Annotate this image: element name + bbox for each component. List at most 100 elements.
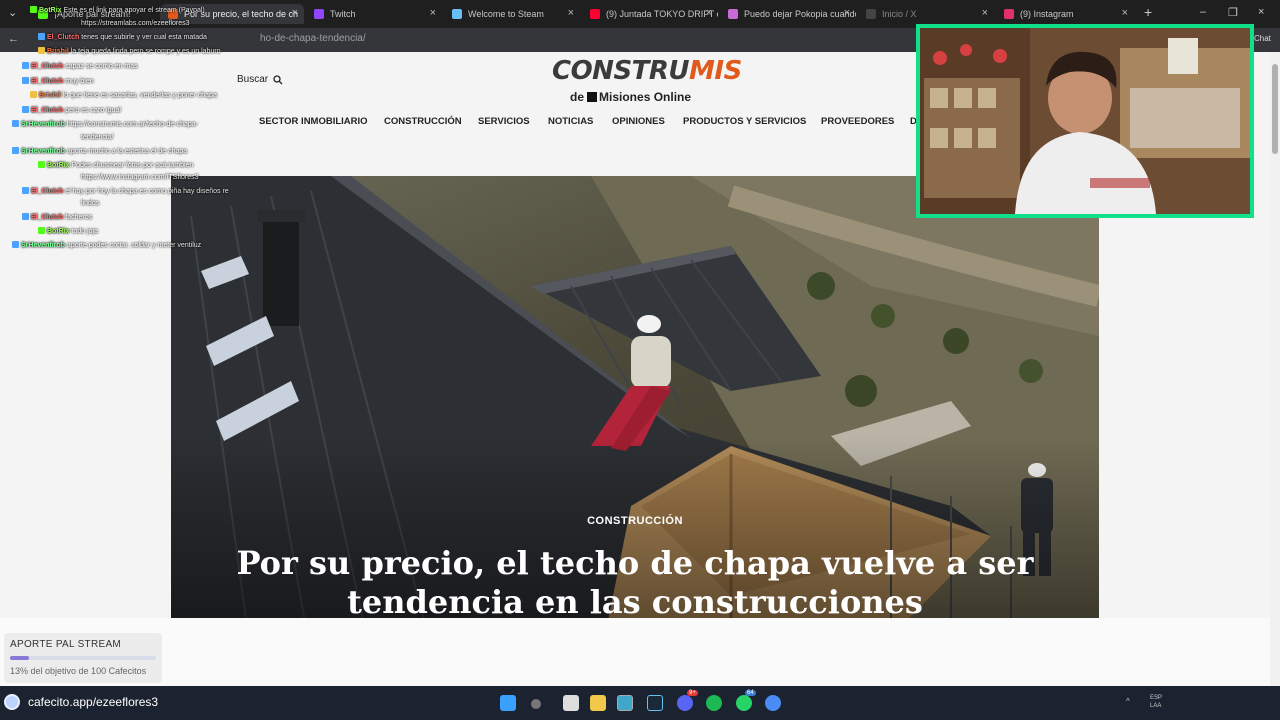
nav-productos-y-servicios[interactable]: PRODUCTOS Y SERVICIOS bbox=[683, 116, 806, 127]
donation-progress-fill bbox=[10, 656, 29, 660]
minimize-window-icon[interactable]: – bbox=[1200, 6, 1206, 18]
chat-username: El_Clutch bbox=[47, 34, 80, 41]
language-indicator[interactable]: ESP LAA bbox=[1150, 694, 1162, 710]
chat-text: todo joja bbox=[71, 228, 98, 235]
chat-message: Brishil la teja queda linda pero se romp… bbox=[38, 45, 221, 58]
spotify-icon[interactable] bbox=[706, 695, 722, 711]
logo-subtitle: de Misiones Online bbox=[570, 90, 691, 104]
logo-sub-prefix: de bbox=[570, 90, 585, 104]
keyboard-region: LAA bbox=[1150, 703, 1162, 709]
chat-message: El_Clutch capaz se corrio en mas bbox=[22, 60, 138, 73]
streamer-webcam bbox=[916, 24, 1254, 218]
chat-message: lindos bbox=[81, 197, 99, 210]
chat-username: Brishil bbox=[39, 92, 61, 99]
chat-text: el hoy por hoy la chapa es como piña hay… bbox=[65, 188, 229, 195]
instagram-favicon-icon bbox=[1004, 9, 1014, 19]
tab-pokopia[interactable]: Puedo dejar Pokopia cuando × bbox=[720, 4, 856, 24]
tab-label: Welcome to Steam bbox=[468, 9, 544, 19]
chat-text: muy bien bbox=[65, 78, 94, 85]
nav-servicios[interactable]: SERVICIOS bbox=[478, 116, 530, 127]
chat-text: Podes chusmear fotos por acá tambien bbox=[71, 162, 194, 169]
chat-username: El_Clutch bbox=[31, 214, 64, 221]
subscriber-badge-icon bbox=[22, 213, 29, 220]
chat-text: https://www.instagram.com/ITSflores3 bbox=[81, 174, 199, 181]
tab-youtube[interactable]: (9) Juntada TOKYO DRIFT en × bbox=[582, 4, 718, 24]
donation-goal-widget: APORTE PAL STREAM 13% del objetivo de 10… bbox=[4, 633, 162, 683]
site-logo[interactable]: CONSTRUMIS de Misiones Online bbox=[552, 56, 742, 108]
tab-x[interactable]: Inicio / X × bbox=[858, 4, 994, 24]
file-explorer-icon[interactable] bbox=[590, 695, 606, 711]
tray-chevron-icon[interactable]: ^ bbox=[1126, 697, 1130, 706]
steam-icon[interactable] bbox=[647, 695, 663, 711]
chat-message: https://streamlabs.com/ezeeflores3 bbox=[81, 17, 190, 30]
close-tab-icon[interactable]: × bbox=[1122, 7, 1128, 19]
chat-text: lindos bbox=[81, 200, 100, 207]
language-code: ESP bbox=[1150, 695, 1163, 701]
tab-instagram[interactable]: (9) Instagram × bbox=[996, 4, 1134, 24]
close-tab-icon[interactable]: × bbox=[430, 7, 436, 19]
subscriber-badge-icon bbox=[22, 77, 29, 84]
task-view-icon[interactable] bbox=[563, 695, 579, 711]
close-tab-icon[interactable]: × bbox=[982, 7, 988, 19]
youtube-favicon-icon bbox=[590, 9, 600, 19]
logo-sub-brand: Misiones Online bbox=[599, 90, 692, 104]
donation-progress-bar bbox=[10, 656, 156, 660]
new-tab-icon[interactable]: + bbox=[1144, 4, 1152, 20]
article-title[interactable]: Por su precio, el techo de chapa vuelve … bbox=[211, 544, 1059, 622]
browser-icon[interactable] bbox=[617, 695, 633, 711]
chat-username: El_Clutch bbox=[31, 63, 64, 70]
bot-badge-icon bbox=[38, 161, 45, 168]
tab-steam[interactable]: Welcome to Steam × bbox=[444, 4, 580, 24]
subscriber-badge-icon bbox=[38, 33, 45, 40]
below-fold-content bbox=[0, 618, 1270, 686]
chat-username: SrHevenfirob bbox=[21, 148, 65, 155]
nav-sector-inmobiliario[interactable]: SECTOR INMOBILIARIO bbox=[259, 116, 368, 127]
close-tab-icon[interactable]: × bbox=[844, 7, 850, 19]
search-icon[interactable] bbox=[531, 699, 541, 709]
app-icon[interactable] bbox=[765, 695, 781, 711]
windows-start-icon[interactable] bbox=[500, 695, 516, 711]
close-tab-icon[interactable]: × bbox=[292, 7, 298, 19]
nav-construccion[interactable]: CONSTRUCCIÓN bbox=[384, 116, 462, 127]
chat-toggle-button[interactable]: Chat bbox=[1254, 34, 1271, 43]
twitch-favicon-icon bbox=[314, 9, 324, 19]
article-hero[interactable]: CONSTRUCCIÓN Por su precio, el techo de … bbox=[171, 176, 1099, 656]
chat-text: la teja queda linda pero se rompe y es u… bbox=[70, 48, 221, 55]
nav-noticias[interactable]: NOTICIAS bbox=[548, 116, 593, 127]
chat-username: El_Clutch bbox=[31, 78, 64, 85]
subscriber-badge-icon bbox=[12, 241, 19, 248]
chat-message: BotRix Este es el link para apoyar el st… bbox=[30, 4, 205, 17]
scrollbar-thumb[interactable] bbox=[1272, 64, 1278, 154]
tab-twitch[interactable]: Twitch × bbox=[306, 4, 442, 24]
chat-message: Brishil lo que tiene es sacarlas, vender… bbox=[30, 89, 217, 102]
chat-message: El_Clutch facheros bbox=[22, 211, 92, 224]
stream-chat-overlay: BotRix Este es el link para apoyar el st… bbox=[8, 4, 260, 254]
discord-icon[interactable] bbox=[677, 695, 693, 711]
chat-text: pero es caro igual bbox=[65, 107, 121, 114]
chat-text: tenes que subirle y ver cual esta matada bbox=[81, 34, 207, 41]
close-tab-icon[interactable]: × bbox=[568, 7, 574, 19]
whatsapp-icon[interactable] bbox=[736, 695, 752, 711]
subscriber-badge-icon bbox=[12, 147, 19, 154]
donation-title: APORTE PAL STREAM bbox=[10, 639, 122, 650]
steam-favicon-icon bbox=[452, 9, 462, 19]
chat-message: El_Clutch el hoy por hoy la chapa es com… bbox=[22, 185, 229, 198]
close-window-icon[interactable]: × bbox=[1258, 6, 1264, 18]
nav-proveedores[interactable]: PROVEEDORES bbox=[821, 116, 894, 127]
nav-opiniones[interactable]: OPINIONES bbox=[612, 116, 665, 127]
article-category[interactable]: CONSTRUCCIÓN bbox=[171, 515, 1099, 527]
chat-text: capaz se corrio en mas bbox=[65, 63, 138, 70]
maximize-window-icon[interactable]: ❐ bbox=[1228, 6, 1238, 19]
close-tab-icon[interactable]: × bbox=[706, 7, 712, 19]
chat-username: Brishil bbox=[47, 48, 69, 55]
chat-text: https://streamlabs.com/ezeeflores3 bbox=[81, 20, 190, 27]
logo-wordmark: CONSTRUMIS bbox=[552, 56, 742, 86]
chat-message: https://www.instagram.com/ITSflores3 bbox=[81, 171, 198, 184]
tab-label: (9) Instagram bbox=[1020, 9, 1074, 19]
subscriber-badge-icon bbox=[22, 187, 29, 194]
bot-badge-icon bbox=[38, 227, 45, 234]
chat-text: tendencia/ bbox=[81, 134, 114, 141]
subscriber-badge-icon bbox=[12, 120, 19, 127]
cafecito-label: cafecito.app/ezeeflores3 bbox=[28, 695, 159, 709]
page-scrollbar[interactable] bbox=[1270, 52, 1280, 686]
